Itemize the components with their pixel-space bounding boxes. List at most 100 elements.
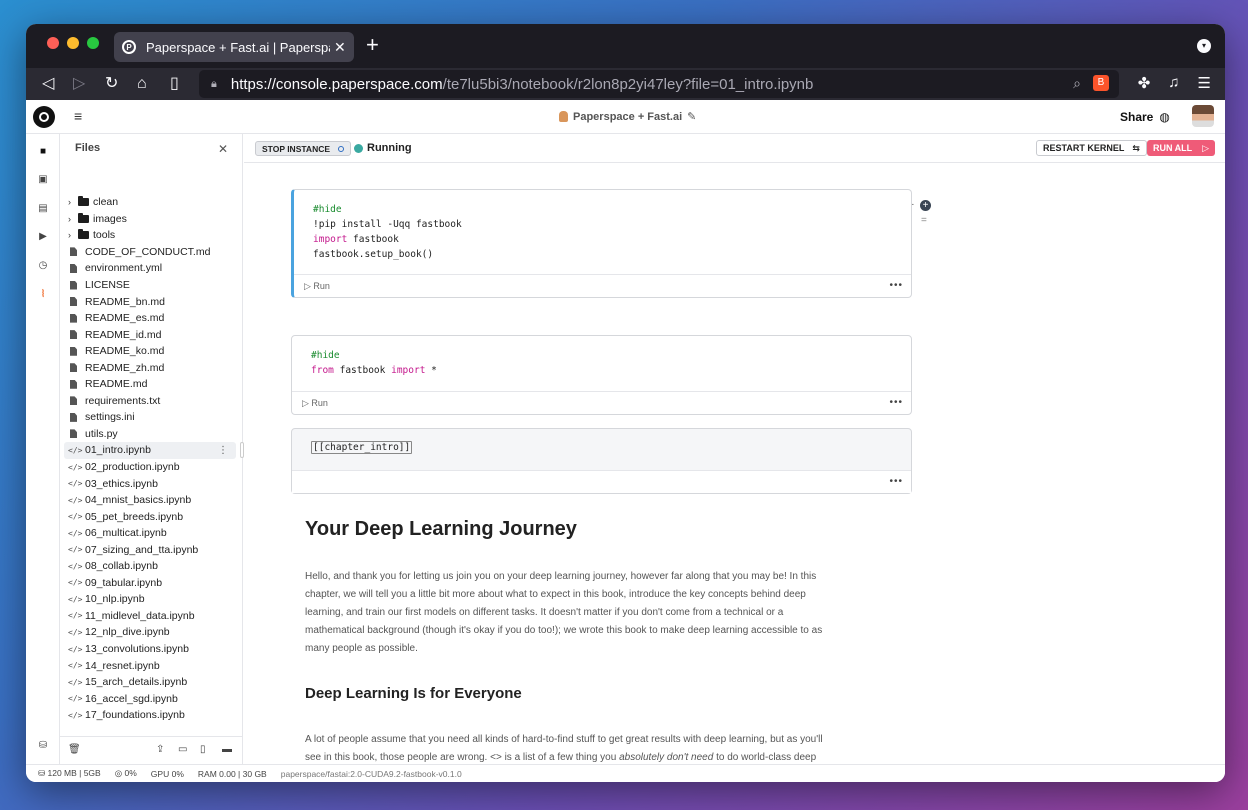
run-cell-button[interactable]: ▷ Run <box>302 398 328 409</box>
bookmark-icon[interactable]: ▯ <box>170 74 179 94</box>
reload-icon[interactable]: ↻ <box>105 74 118 94</box>
file-item[interactable]: </> 04_mnist_basics.ipynb <box>64 492 236 509</box>
browser-tab[interactable]: P Paperspace + Fast.ai | Paperspa ✕ <box>114 32 354 62</box>
hamburger-menu-icon[interactable]: ≡ <box>74 108 82 124</box>
new-folder-icon[interactable]: ▬ <box>222 744 232 755</box>
drag-handle-icon[interactable]: = <box>921 215 927 226</box>
notebook-icon: </> <box>68 545 83 555</box>
brave-shield-icon[interactable]: B <box>1093 75 1109 91</box>
more-options-icon[interactable]: ••• <box>889 476 903 487</box>
database-icon[interactable]: ⛁ <box>37 740 49 752</box>
file-item[interactable]: README_zh.md <box>64 359 236 376</box>
cpu-icon[interactable]: ▣ <box>37 174 49 186</box>
file-item[interactable]: </> 09_tabular.ipynb <box>64 575 236 592</box>
file-item[interactable]: CODE_OF_CONDUCT.md <box>64 244 236 261</box>
file-item[interactable]: </> 07_sizing_and_tta.ipynb <box>64 541 236 558</box>
code-cell[interactable]: #hide from fastbook import * ▷ Run ••• <box>291 335 912 415</box>
paperspace-logo-icon[interactable] <box>33 106 55 128</box>
notebook-icon: </> <box>68 479 83 489</box>
add-cell-icon[interactable]: + <box>920 200 931 211</box>
tab-title: Paperspace + Fast.ai | Paperspa <box>146 39 330 55</box>
menu-icon[interactable]: ☰ <box>1198 74 1211 92</box>
file-item[interactable]: </> 02_production.ipynb <box>64 459 236 476</box>
terminal-icon[interactable]: ▶ <box>37 231 49 243</box>
file-item[interactable]: </> 06_multicat.ipynb <box>64 525 236 542</box>
tab-list-icon[interactable]: ▾ <box>1197 39 1211 53</box>
trash-icon[interactable]: 🗑︎ <box>68 744 81 755</box>
new-file-icon[interactable]: ▯ <box>200 744 206 755</box>
zoom-icon[interactable]: ⌕ <box>1073 75 1081 92</box>
notebook-title[interactable]: Paperspace + Fast.ai ✎ <box>559 110 696 123</box>
file-item[interactable]: settings.ini <box>64 409 236 426</box>
file-item[interactable]: README_es.md <box>64 310 236 327</box>
close-window-button[interactable] <box>47 37 59 49</box>
folder-item[interactable]: › images <box>64 211 236 228</box>
run-cell-button[interactable]: ▷ Run <box>304 281 330 292</box>
more-options-icon[interactable]: ••• <box>889 397 903 408</box>
run-all-button[interactable]: RUN ALL ▷ <box>1147 140 1216 156</box>
home-icon[interactable]: ⌂ <box>137 74 147 94</box>
edit-icon[interactable]: ✎ <box>687 110 696 123</box>
file-item[interactable]: </> 14_resnet.ipynb <box>64 657 236 674</box>
file-name: environment.yml <box>85 262 163 275</box>
file-more-icon[interactable]: ⋮ <box>218 445 228 456</box>
upload-icon[interactable]: ⇪ <box>156 744 164 755</box>
jupyter-icon[interactable]: ⦚ <box>37 289 49 301</box>
minimize-window-button[interactable] <box>67 37 79 49</box>
file-item[interactable]: </> 16_accel_sgd.ipynb <box>64 690 236 707</box>
file-item[interactable]: LICENSE <box>64 277 236 294</box>
back-icon[interactable]: ◁ <box>42 74 54 94</box>
folder-item[interactable]: › clean <box>64 194 236 211</box>
file-name: 06_multicat.ipynb <box>85 527 167 540</box>
files-footer: 🗑︎ ⇪ ▭ ▯ ▬ <box>60 736 242 764</box>
file-item[interactable]: </> 11_midlevel_data.ipynb <box>64 608 236 625</box>
file-item[interactable]: environment.yml <box>64 260 236 277</box>
file-item[interactable]: README_id.md <box>64 326 236 343</box>
forward-icon[interactable]: ▷ <box>73 74 85 94</box>
file-item[interactable]: </> 17_foundations.ipynb <box>64 707 236 722</box>
chevron-right-icon[interactable]: › <box>68 230 78 240</box>
file-item[interactable]: </> 08_collab.ipynb <box>64 558 236 575</box>
avatar[interactable] <box>1192 105 1214 127</box>
file-name: tools <box>93 229 116 242</box>
file-name: images <box>93 212 127 225</box>
stop-instance-button[interactable]: STOP INSTANCE <box>255 141 352 156</box>
file-item[interactable]: utils.py <box>64 426 236 443</box>
code-editor[interactable]: #hide from fastbook import * <box>292 336 911 378</box>
media-icon[interactable]: ♫ <box>1168 74 1179 92</box>
address-bar[interactable]: 🔒︎ https://console.paperspace.com/te7lu5… <box>199 70 1119 98</box>
file-item[interactable]: </> 03_ethics.ipynb <box>64 475 236 492</box>
file-item[interactable]: </> 01_intro.ipynb ⋮ <box>64 442 236 459</box>
close-tab-icon[interactable]: ✕ <box>334 39 346 56</box>
restart-kernel-button[interactable]: RESTART KERNEL ⇆ <box>1036 140 1147 156</box>
notebook-icon: </> <box>68 512 83 522</box>
file-item[interactable]: README_ko.md <box>64 343 236 360</box>
zoom-window-button[interactable] <box>87 37 99 49</box>
file-item[interactable]: </> 05_pet_breeds.ipynb <box>64 508 236 525</box>
chevron-right-icon[interactable]: › <box>68 197 78 207</box>
new-tab-button[interactable]: + <box>366 34 379 56</box>
file-item[interactable]: requirements.txt <box>64 393 236 410</box>
file-item[interactable]: README.md <box>64 376 236 393</box>
notebook-toolbar: STOP INSTANCE Running RESTART KERNEL ⇆ R… <box>244 134 1225 163</box>
raw-cell-text[interactable]: [[chapter_intro]] <box>292 429 911 454</box>
chevron-right-icon[interactable]: › <box>68 214 78 224</box>
file-name: 11_midlevel_data.ipynb <box>85 609 195 622</box>
share-button[interactable]: Share ◍ <box>1120 110 1170 124</box>
file-item[interactable]: </> 10_nlp.ipynb <box>64 591 236 608</box>
file-item[interactable]: </> 13_convolutions.ipynb <box>64 641 236 658</box>
file-item[interactable]: </> 12_nlp_dive.ipynb <box>64 624 236 641</box>
raw-cell[interactable]: [[chapter_intro]] ••• <box>291 428 912 494</box>
close-panel-icon[interactable]: ✕ <box>218 142 228 156</box>
file-item[interactable]: README_bn.md <box>64 293 236 310</box>
document-icon[interactable]: ▤ <box>37 203 49 215</box>
more-options-icon[interactable]: ••• <box>889 280 903 291</box>
new-notebook-icon[interactable]: ▭ <box>178 744 187 755</box>
folder-item[interactable]: › tools <box>64 227 236 244</box>
clock-icon[interactable]: ◷ <box>37 260 49 272</box>
code-cell[interactable]: #hide !pip install -Uqq fastbook import … <box>291 189 912 298</box>
extensions-icon[interactable]: ✤ <box>1138 74 1151 92</box>
folder-icon[interactable]: ■ <box>37 146 49 158</box>
code-editor[interactable]: #hide !pip install -Uqq fastbook import … <box>294 190 911 262</box>
file-item[interactable]: </> 15_arch_details.ipynb <box>64 674 236 691</box>
